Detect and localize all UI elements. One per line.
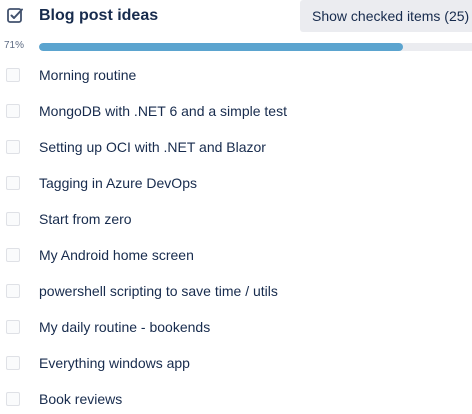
checklist-item[interactable]: My Android home screen	[0, 237, 472, 273]
item-checkbox[interactable]	[6, 104, 20, 118]
progress-track	[39, 43, 472, 51]
item-checkbox[interactable]	[6, 176, 20, 190]
checklist-item[interactable]: Setting up OCI with .NET and Blazor	[0, 129, 472, 165]
item-label[interactable]: Start from zero	[39, 210, 132, 228]
checklist-item[interactable]: powershell scripting to save time / util…	[0, 273, 472, 309]
item-checkbox[interactable]	[6, 212, 20, 226]
item-checkbox[interactable]	[6, 68, 20, 82]
item-checkbox[interactable]	[6, 140, 20, 154]
checklist-item[interactable]: MongoDB with .NET 6 and a simple test	[0, 93, 472, 129]
item-label[interactable]: Everything windows app	[39, 354, 190, 372]
item-label[interactable]: Setting up OCI with .NET and Blazor	[39, 138, 266, 156]
checklist-item[interactable]: My daily routine - bookends	[0, 309, 472, 345]
checklist-items: Morning routine MongoDB with .NET 6 and a…	[0, 57, 472, 414]
item-checkbox[interactable]	[6, 356, 20, 370]
checkbox-checked-icon	[5, 6, 25, 26]
checklist: Blog post ideas Show checked items (25) …	[0, 0, 472, 414]
item-label[interactable]: My Android home screen	[39, 246, 194, 264]
item-label[interactable]: Morning routine	[39, 66, 136, 84]
checklist-item[interactable]: Tagging in Azure DevOps	[0, 165, 472, 201]
item-label[interactable]: Book reviews	[39, 390, 122, 408]
item-checkbox[interactable]	[6, 320, 20, 334]
progress-fill	[39, 43, 403, 51]
item-checkbox[interactable]	[6, 392, 20, 406]
item-label[interactable]: Tagging in Azure DevOps	[39, 174, 197, 192]
item-label[interactable]: powershell scripting to save time / util…	[39, 282, 278, 300]
item-label[interactable]: My daily routine - bookends	[39, 318, 210, 336]
checklist-item[interactable]: Everything windows app	[0, 345, 472, 381]
checklist-item[interactable]: Book reviews	[0, 381, 472, 414]
item-checkbox[interactable]	[6, 284, 20, 298]
item-label[interactable]: MongoDB with .NET 6 and a simple test	[39, 102, 287, 120]
checklist-item[interactable]: Start from zero	[0, 201, 472, 237]
checklist-header: Blog post ideas Show checked items (25)	[0, 0, 472, 32]
item-checkbox[interactable]	[6, 248, 20, 262]
checklist-item[interactable]: Morning routine	[0, 57, 472, 93]
show-checked-items-button[interactable]: Show checked items (25)	[300, 0, 472, 32]
progress-percentage: 71%	[4, 40, 25, 51]
checklist-progress: 71%	[0, 38, 472, 54]
checklist-title[interactable]: Blog post ideas	[39, 6, 158, 26]
